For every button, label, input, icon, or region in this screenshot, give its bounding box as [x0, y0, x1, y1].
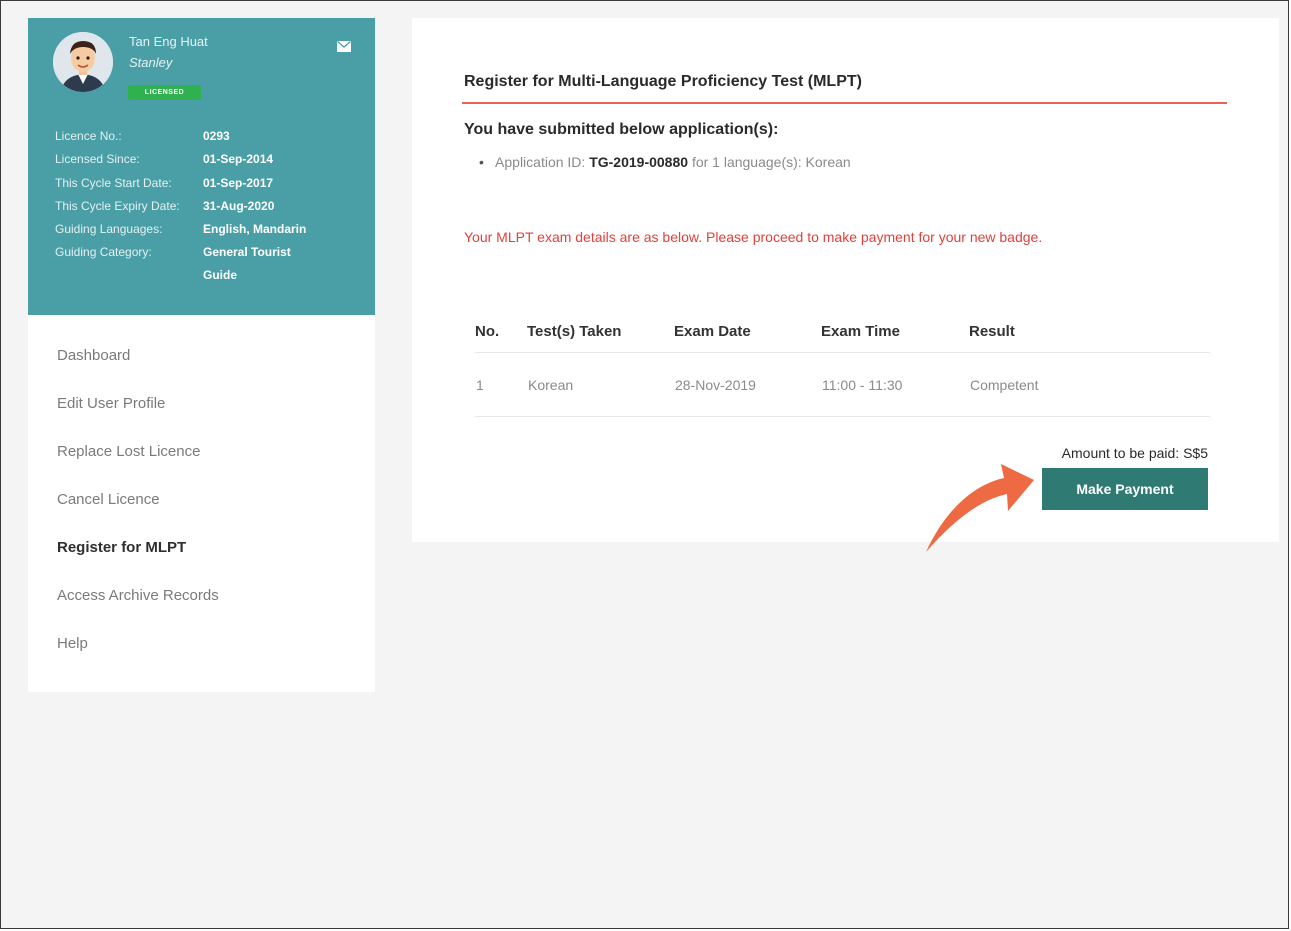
- application-prefix: Application ID:: [495, 154, 586, 170]
- envelope-icon[interactable]: [337, 39, 351, 57]
- submitted-heading: You have submitted below application(s):: [464, 121, 779, 138]
- cycle-start-value: 01-Sep-2017: [203, 176, 274, 190]
- annotation-arrow-icon: [926, 464, 1034, 552]
- exam-results-table: No. Test(s) Taken Exam Date Exam Time Re…: [475, 310, 1210, 417]
- cell-exam-time: 11:00 - 11:30: [821, 352, 969, 417]
- payment-notice: Your MLPT exam details are as below. Ple…: [464, 229, 1043, 245]
- menu-item-register-mlpt[interactable]: Register for MLPT: [57, 539, 186, 556]
- licensed-since-label: Licensed Since:: [55, 152, 140, 166]
- make-payment-button[interactable]: Make Payment: [1042, 468, 1208, 510]
- cycle-expiry-value: 31-Aug-2020: [203, 199, 275, 213]
- guiding-languages-value: English, Mandarin: [203, 222, 307, 236]
- licence-no-label: Licence No.:: [55, 129, 122, 143]
- menu-item-help[interactable]: Help: [57, 635, 88, 652]
- guiding-category-value: General Tourist Guide: [203, 245, 291, 282]
- page-title: Register for Multi-Language Proficiency …: [464, 73, 862, 90]
- table-header-row: No. Test(s) Taken Exam Date Exam Time Re…: [475, 310, 1210, 353]
- cycle-start-label: This Cycle Start Date:: [55, 176, 172, 190]
- header-exam-date: Exam Date: [674, 310, 821, 353]
- licence-no-value: 0293: [203, 129, 230, 143]
- user-name: Tan Eng Huat: [129, 34, 208, 49]
- application-id: TG-2019-00880: [589, 154, 689, 170]
- table-row: 1 Korean 28-Nov-2019 11:00 - 11:30 Compe…: [475, 352, 1210, 417]
- application-item: • Application ID: TG-2019-00880 for 1 la…: [479, 154, 851, 170]
- profile-card: Tan Eng Huat Stanley LICENSED Licence No…: [28, 18, 375, 315]
- menu-item-edit-user-profile[interactable]: Edit User Profile: [57, 395, 165, 412]
- cycle-expiry-label: This Cycle Expiry Date:: [55, 199, 180, 213]
- menu-item-dashboard[interactable]: Dashboard: [57, 347, 130, 364]
- menu-item-cancel-licence[interactable]: Cancel Licence: [57, 491, 160, 508]
- page-frame: Tan Eng Huat Stanley LICENSED Licence No…: [0, 0, 1289, 929]
- menu-item-replace-lost-licence[interactable]: Replace Lost Licence: [57, 443, 200, 460]
- guiding-category-label: Guiding Category:: [55, 245, 152, 259]
- amount-to-pay: Amount to be paid: S$5: [1061, 445, 1208, 461]
- main-panel: Register for Multi-Language Proficiency …: [412, 18, 1279, 542]
- header-tests-taken: Test(s) Taken: [527, 310, 674, 353]
- menu-item-access-archive-records[interactable]: Access Archive Records: [57, 587, 219, 604]
- cell-no: 1: [475, 352, 527, 417]
- person-avatar-icon: [53, 32, 113, 92]
- cell-result: Competent: [969, 352, 1210, 417]
- cell-exam-date: 28-Nov-2019: [674, 352, 821, 417]
- guiding-languages-label: Guiding Languages:: [55, 222, 163, 236]
- licensed-since-value: 01-Sep-2014: [203, 152, 274, 166]
- header-result: Result: [969, 310, 1210, 353]
- application-suffix: for 1 language(s): Korean: [691, 154, 851, 170]
- title-divider: [462, 102, 1227, 104]
- cell-test: Korean: [527, 352, 674, 417]
- header-no: No.: [475, 310, 527, 353]
- header-exam-time: Exam Time: [821, 310, 969, 353]
- status-badge: LICENSED: [128, 85, 201, 100]
- sidebar-menu: Dashboard Edit User Profile Replace Lost…: [28, 315, 375, 692]
- user-nickname: Stanley: [129, 55, 173, 70]
- bullet-icon: •: [479, 154, 484, 170]
